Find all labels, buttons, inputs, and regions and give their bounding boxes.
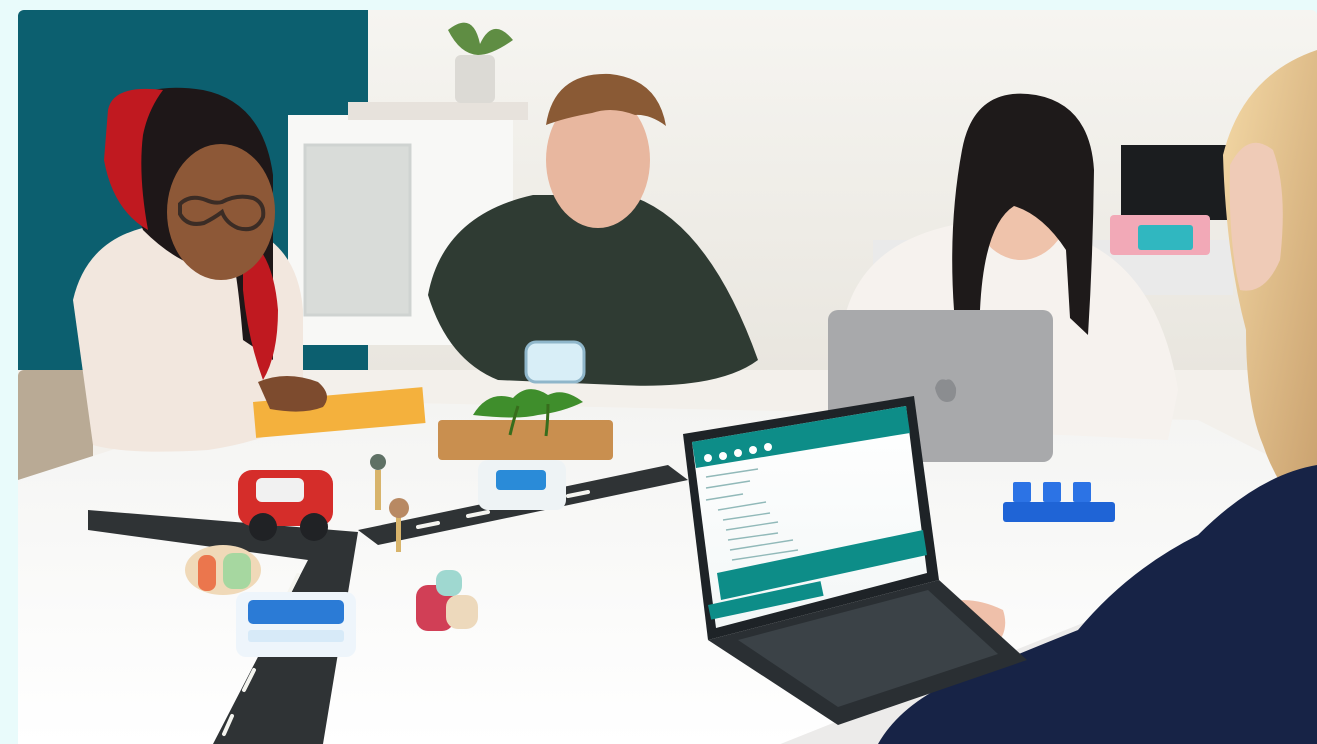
window-monitor xyxy=(1121,145,1231,220)
cabinet-door xyxy=(303,143,412,317)
green-robot-board xyxy=(478,460,566,510)
plant-pot xyxy=(455,55,495,103)
robot-car xyxy=(236,592,356,657)
classroom-photo xyxy=(18,10,1317,744)
teal-box xyxy=(1138,225,1193,250)
photo-frame xyxy=(18,10,1317,744)
plant-tray xyxy=(438,389,613,460)
robot-toy-held xyxy=(524,340,586,384)
shelf xyxy=(348,102,528,120)
foreground-person-face xyxy=(1229,142,1283,291)
small-blocks-left xyxy=(185,545,261,595)
